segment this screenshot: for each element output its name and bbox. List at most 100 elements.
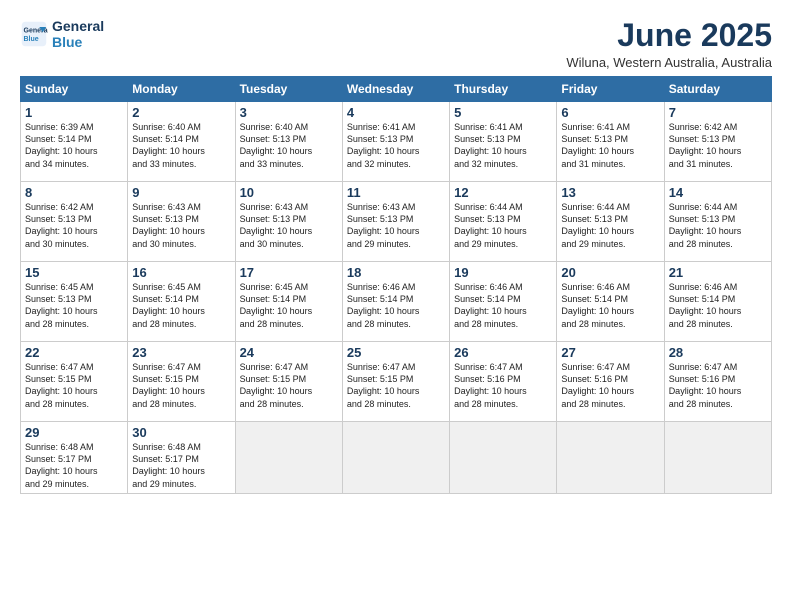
day-info: Sunrise: 6:44 AM Sunset: 5:13 PM Dayligh… [454, 201, 552, 250]
table-row: 15Sunrise: 6:45 AM Sunset: 5:13 PM Dayli… [21, 262, 128, 342]
day-info: Sunrise: 6:41 AM Sunset: 5:13 PM Dayligh… [347, 121, 445, 170]
table-row: 20Sunrise: 6:46 AM Sunset: 5:14 PM Dayli… [557, 262, 664, 342]
logo-text: General Blue [52, 18, 104, 50]
table-row: 10Sunrise: 6:43 AM Sunset: 5:13 PM Dayli… [235, 182, 342, 262]
month-title: June 2025 [566, 18, 772, 53]
table-row: 3Sunrise: 6:40 AM Sunset: 5:13 PM Daylig… [235, 102, 342, 182]
day-number: 19 [454, 265, 552, 280]
table-row: 16Sunrise: 6:45 AM Sunset: 5:14 PM Dayli… [128, 262, 235, 342]
day-number: 24 [240, 345, 338, 360]
col-sunday: Sunday [21, 77, 128, 102]
table-row: 11Sunrise: 6:43 AM Sunset: 5:13 PM Dayli… [342, 182, 449, 262]
table-row: 26Sunrise: 6:47 AM Sunset: 5:16 PM Dayli… [450, 342, 557, 422]
day-info: Sunrise: 6:41 AM Sunset: 5:13 PM Dayligh… [454, 121, 552, 170]
day-info: Sunrise: 6:47 AM Sunset: 5:16 PM Dayligh… [669, 361, 767, 410]
table-row: 2Sunrise: 6:40 AM Sunset: 5:14 PM Daylig… [128, 102, 235, 182]
logo-icon: General Blue [20, 20, 48, 48]
day-info: Sunrise: 6:45 AM Sunset: 5:13 PM Dayligh… [25, 281, 123, 330]
day-info: Sunrise: 6:45 AM Sunset: 5:14 PM Dayligh… [240, 281, 338, 330]
calendar: Sunday Monday Tuesday Wednesday Thursday… [20, 76, 772, 494]
day-number: 28 [669, 345, 767, 360]
day-info: Sunrise: 6:46 AM Sunset: 5:14 PM Dayligh… [454, 281, 552, 330]
day-info: Sunrise: 6:47 AM Sunset: 5:15 PM Dayligh… [132, 361, 230, 410]
day-number: 10 [240, 185, 338, 200]
day-info: Sunrise: 6:43 AM Sunset: 5:13 PM Dayligh… [240, 201, 338, 250]
table-row [235, 422, 342, 494]
table-row: 6Sunrise: 6:41 AM Sunset: 5:13 PM Daylig… [557, 102, 664, 182]
day-info: Sunrise: 6:47 AM Sunset: 5:15 PM Dayligh… [347, 361, 445, 410]
day-number: 21 [669, 265, 767, 280]
table-row [450, 422, 557, 494]
day-info: Sunrise: 6:40 AM Sunset: 5:14 PM Dayligh… [132, 121, 230, 170]
day-number: 16 [132, 265, 230, 280]
day-info: Sunrise: 6:42 AM Sunset: 5:13 PM Dayligh… [25, 201, 123, 250]
day-number: 2 [132, 105, 230, 120]
day-info: Sunrise: 6:46 AM Sunset: 5:14 PM Dayligh… [561, 281, 659, 330]
day-info: Sunrise: 6:43 AM Sunset: 5:13 PM Dayligh… [132, 201, 230, 250]
day-info: Sunrise: 6:46 AM Sunset: 5:14 PM Dayligh… [669, 281, 767, 330]
day-info: Sunrise: 6:41 AM Sunset: 5:13 PM Dayligh… [561, 121, 659, 170]
day-number: 4 [347, 105, 445, 120]
day-number: 20 [561, 265, 659, 280]
table-row: 7Sunrise: 6:42 AM Sunset: 5:13 PM Daylig… [664, 102, 771, 182]
table-row: 12Sunrise: 6:44 AM Sunset: 5:13 PM Dayli… [450, 182, 557, 262]
calendar-header-row: Sunday Monday Tuesday Wednesday Thursday… [21, 77, 772, 102]
day-number: 7 [669, 105, 767, 120]
day-number: 25 [347, 345, 445, 360]
day-number: 6 [561, 105, 659, 120]
col-tuesday: Tuesday [235, 77, 342, 102]
day-number: 18 [347, 265, 445, 280]
table-row: 8Sunrise: 6:42 AM Sunset: 5:13 PM Daylig… [21, 182, 128, 262]
logo: General Blue General Blue [20, 18, 104, 50]
day-info: Sunrise: 6:48 AM Sunset: 5:17 PM Dayligh… [25, 441, 123, 490]
col-wednesday: Wednesday [342, 77, 449, 102]
col-thursday: Thursday [450, 77, 557, 102]
table-row [342, 422, 449, 494]
col-saturday: Saturday [664, 77, 771, 102]
day-info: Sunrise: 6:45 AM Sunset: 5:14 PM Dayligh… [132, 281, 230, 330]
day-number: 12 [454, 185, 552, 200]
page: General Blue General Blue June 2025 Wilu… [0, 0, 792, 612]
table-row: 14Sunrise: 6:44 AM Sunset: 5:13 PM Dayli… [664, 182, 771, 262]
table-row: 27Sunrise: 6:47 AM Sunset: 5:16 PM Dayli… [557, 342, 664, 422]
day-number: 29 [25, 425, 123, 440]
day-info: Sunrise: 6:47 AM Sunset: 5:16 PM Dayligh… [561, 361, 659, 410]
day-info: Sunrise: 6:46 AM Sunset: 5:14 PM Dayligh… [347, 281, 445, 330]
table-row: 4Sunrise: 6:41 AM Sunset: 5:13 PM Daylig… [342, 102, 449, 182]
table-row: 23Sunrise: 6:47 AM Sunset: 5:15 PM Dayli… [128, 342, 235, 422]
day-number: 3 [240, 105, 338, 120]
table-row: 1Sunrise: 6:39 AM Sunset: 5:14 PM Daylig… [21, 102, 128, 182]
table-row: 19Sunrise: 6:46 AM Sunset: 5:14 PM Dayli… [450, 262, 557, 342]
table-row: 28Sunrise: 6:47 AM Sunset: 5:16 PM Dayli… [664, 342, 771, 422]
table-row: 5Sunrise: 6:41 AM Sunset: 5:13 PM Daylig… [450, 102, 557, 182]
table-row: 24Sunrise: 6:47 AM Sunset: 5:15 PM Dayli… [235, 342, 342, 422]
day-number: 30 [132, 425, 230, 440]
day-number: 17 [240, 265, 338, 280]
table-row: 9Sunrise: 6:43 AM Sunset: 5:13 PM Daylig… [128, 182, 235, 262]
table-row: 13Sunrise: 6:44 AM Sunset: 5:13 PM Dayli… [557, 182, 664, 262]
header: General Blue General Blue June 2025 Wilu… [20, 18, 772, 70]
day-number: 14 [669, 185, 767, 200]
day-info: Sunrise: 6:40 AM Sunset: 5:13 PM Dayligh… [240, 121, 338, 170]
day-number: 11 [347, 185, 445, 200]
table-row [557, 422, 664, 494]
day-number: 23 [132, 345, 230, 360]
day-info: Sunrise: 6:44 AM Sunset: 5:13 PM Dayligh… [561, 201, 659, 250]
day-number: 15 [25, 265, 123, 280]
svg-text:Blue: Blue [24, 36, 39, 43]
day-info: Sunrise: 6:43 AM Sunset: 5:13 PM Dayligh… [347, 201, 445, 250]
subtitle: Wiluna, Western Australia, Australia [566, 55, 772, 70]
col-friday: Friday [557, 77, 664, 102]
table-row: 18Sunrise: 6:46 AM Sunset: 5:14 PM Dayli… [342, 262, 449, 342]
day-number: 8 [25, 185, 123, 200]
day-info: Sunrise: 6:47 AM Sunset: 5:15 PM Dayligh… [240, 361, 338, 410]
table-row: 29Sunrise: 6:48 AM Sunset: 5:17 PM Dayli… [21, 422, 128, 494]
table-row: 25Sunrise: 6:47 AM Sunset: 5:15 PM Dayli… [342, 342, 449, 422]
day-info: Sunrise: 6:39 AM Sunset: 5:14 PM Dayligh… [25, 121, 123, 170]
day-number: 22 [25, 345, 123, 360]
col-monday: Monday [128, 77, 235, 102]
table-row: 17Sunrise: 6:45 AM Sunset: 5:14 PM Dayli… [235, 262, 342, 342]
day-info: Sunrise: 6:47 AM Sunset: 5:15 PM Dayligh… [25, 361, 123, 410]
day-number: 1 [25, 105, 123, 120]
day-number: 5 [454, 105, 552, 120]
